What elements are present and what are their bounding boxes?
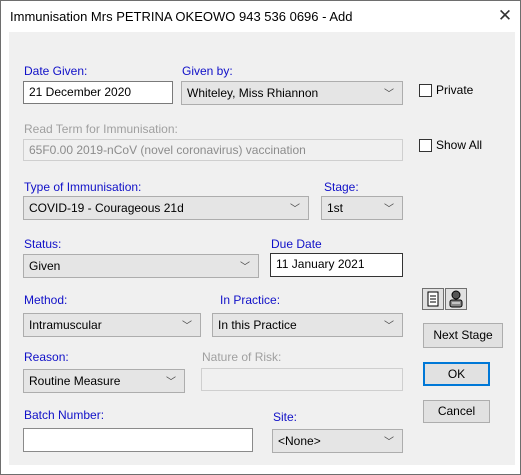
immunisation-dialog: Immunisation Mrs PETRINA OKEOWO 943 536 … (0, 0, 521, 475)
given-by-select[interactable]: Whiteley, Miss Rhiannon ﹀ (181, 81, 403, 105)
chevron-down-icon: ﹀ (166, 377, 176, 388)
in-practice-select[interactable]: In this Practice ﹀ (212, 313, 403, 337)
chevron-down-icon: ﹀ (384, 89, 394, 100)
method-value: Intramuscular (29, 318, 102, 332)
close-icon[interactable]: ✕ (490, 1, 520, 31)
cancel-button[interactable]: Cancel (423, 400, 490, 423)
method-label: Method: (24, 293, 68, 307)
chevron-down-icon: ﹀ (290, 204, 300, 215)
date-given-value: 21 December 2020 (29, 85, 132, 99)
reason-value: Routine Measure (29, 374, 121, 388)
chevron-down-icon: ﹀ (384, 204, 394, 215)
person-lookup-icon-button[interactable] (445, 288, 467, 310)
due-date-label: Due Date (271, 237, 322, 251)
date-given-label: Date Given: (24, 64, 88, 78)
next-stage-button[interactable]: Next Stage (423, 323, 503, 348)
chevron-down-icon: ﹀ (240, 262, 250, 273)
reason-select[interactable]: Routine Measure ﹀ (23, 369, 185, 393)
form-panel: Date Given: 21 December 2020 Given by: W… (9, 32, 515, 465)
type-of-immunisation-select[interactable]: COVID-19 - Courageous 21d ﹀ (23, 196, 309, 220)
read-term-field: 65F0.00 2019-nCoV (novel coronavirus) va… (23, 139, 403, 161)
show-all-label: Show All (436, 138, 483, 152)
person-lookup-icon (449, 290, 463, 308)
given-by-value: Whiteley, Miss Rhiannon (187, 86, 319, 100)
batch-number-input[interactable] (23, 428, 253, 452)
status-select[interactable]: Given ﹀ (23, 254, 259, 278)
method-select[interactable]: Intramuscular ﹀ (23, 313, 201, 337)
type-of-immunisation-label: Type of Immunisation: (24, 180, 142, 194)
site-select[interactable]: <None> ﹀ (272, 429, 403, 453)
ok-button[interactable]: OK (423, 362, 490, 386)
date-given-input[interactable]: 21 December 2020 (23, 81, 173, 104)
document-icon (427, 291, 439, 307)
in-practice-label: In Practice: (220, 293, 281, 307)
in-practice-value: In this Practice (218, 318, 297, 332)
due-date-input[interactable]: 11 January 2021 (270, 253, 403, 277)
given-by-label: Given by: (182, 64, 233, 78)
stage-label: Stage: (324, 180, 359, 194)
document-icon-button[interactable] (422, 288, 444, 310)
read-term-value: 65F0.00 2019-nCoV (novel coronavirus) va… (29, 143, 306, 157)
status-value: Given (29, 259, 61, 273)
private-checkbox-box[interactable] (419, 84, 432, 97)
show-all-checkbox-box[interactable] (419, 139, 432, 152)
title-bar: Immunisation Mrs PETRINA OKEOWO 943 536 … (1, 1, 520, 31)
read-term-label: Read Term for Immunisation: (24, 122, 178, 136)
reason-label: Reason: (24, 350, 69, 364)
site-label: Site: (273, 410, 298, 424)
chevron-down-icon: ﹀ (384, 437, 394, 448)
batch-number-label: Batch Number: (24, 408, 105, 422)
status-label: Status: (24, 237, 62, 251)
window-title: Immunisation Mrs PETRINA OKEOWO 943 536 … (10, 9, 353, 24)
nature-of-risk-field (201, 368, 403, 391)
stage-value: 1st (327, 201, 344, 215)
chevron-down-icon: ﹀ (384, 321, 394, 332)
private-label: Private (436, 83, 474, 97)
site-value: <None> (278, 434, 321, 448)
nature-of-risk-label: Nature of Risk: (202, 350, 282, 364)
stage-select[interactable]: 1st ﹀ (321, 196, 403, 220)
chevron-down-icon: ﹀ (182, 321, 192, 332)
type-of-immunisation-value: COVID-19 - Courageous 21d (29, 201, 184, 215)
due-date-value: 11 January 2021 (276, 257, 365, 271)
